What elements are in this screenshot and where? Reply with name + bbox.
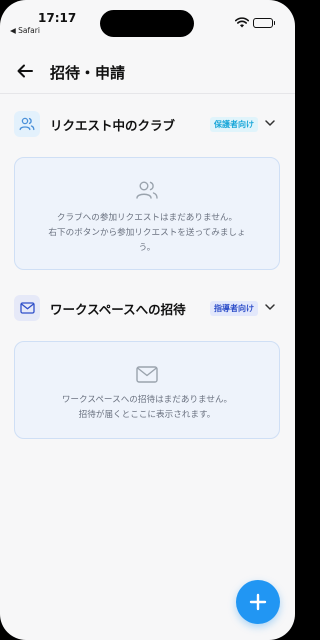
mail-icon	[14, 295, 40, 321]
empty-line: 右下のボタンから参加リクエストを送ってみましょ	[48, 228, 246, 238]
chevron-down-icon[interactable]	[264, 117, 276, 129]
battery-icon	[253, 17, 275, 28]
app-header: 招待・申請	[0, 50, 295, 94]
empty-line: 招待が届くとここに表示されます。	[78, 410, 216, 420]
add-request-button[interactable]	[236, 580, 280, 624]
mail-icon	[134, 361, 160, 387]
dynamic-island	[100, 10, 194, 37]
status-icons	[235, 13, 275, 32]
empty-state-card: クラブへの参加リクエストはまだありません。 右下のボタンから参加リクエストを送っ…	[14, 157, 280, 270]
empty-line: クラブへの参加リクエストはまだありません。	[56, 213, 238, 223]
empty-state-card: ワークスペースへの招待はまだありません。 招待が届くとここに表示されます。	[14, 341, 280, 439]
section-title: リクエスト中のクラブ	[50, 117, 176, 133]
status-bar: 17:17 ◀ Safari	[0, 0, 295, 46]
section-requested-clubs[interactable]: リクエスト中のクラブ 保護者向け	[14, 109, 280, 139]
back-to-app-link[interactable]: ◀ Safari	[10, 26, 40, 35]
section-workspace-invites[interactable]: ワークスペースへの招待 指導者向け	[14, 293, 280, 323]
back-button[interactable]	[14, 60, 36, 82]
wifi-icon	[235, 13, 249, 32]
status-time: 17:17	[38, 11, 77, 25]
empty-line: う。	[138, 243, 156, 253]
chevron-down-icon[interactable]	[264, 301, 276, 313]
users-icon	[14, 111, 40, 137]
section-title: ワークスペースへの招待	[50, 301, 186, 317]
audience-badge: 指導者向け	[210, 301, 258, 316]
empty-state-message: クラブへの参加リクエストはまだありません。 右下のボタンから参加リクエストを送っ…	[15, 211, 279, 256]
page-title: 招待・申請	[50, 64, 126, 82]
empty-state-message: ワークスペースへの招待はまだありません。 招待が届くとここに表示されます。	[15, 393, 279, 423]
arrow-left-icon	[17, 64, 33, 78]
audience-badge: 保護者向け	[210, 117, 258, 132]
plus-icon	[249, 593, 267, 611]
users-icon	[134, 177, 160, 203]
empty-line: ワークスペースへの招待はまだありません。	[61, 395, 233, 405]
screen: 17:17 ◀ Safari 招待・申請 リクエスト中のクラブ 保護者向け クラ…	[0, 0, 295, 640]
